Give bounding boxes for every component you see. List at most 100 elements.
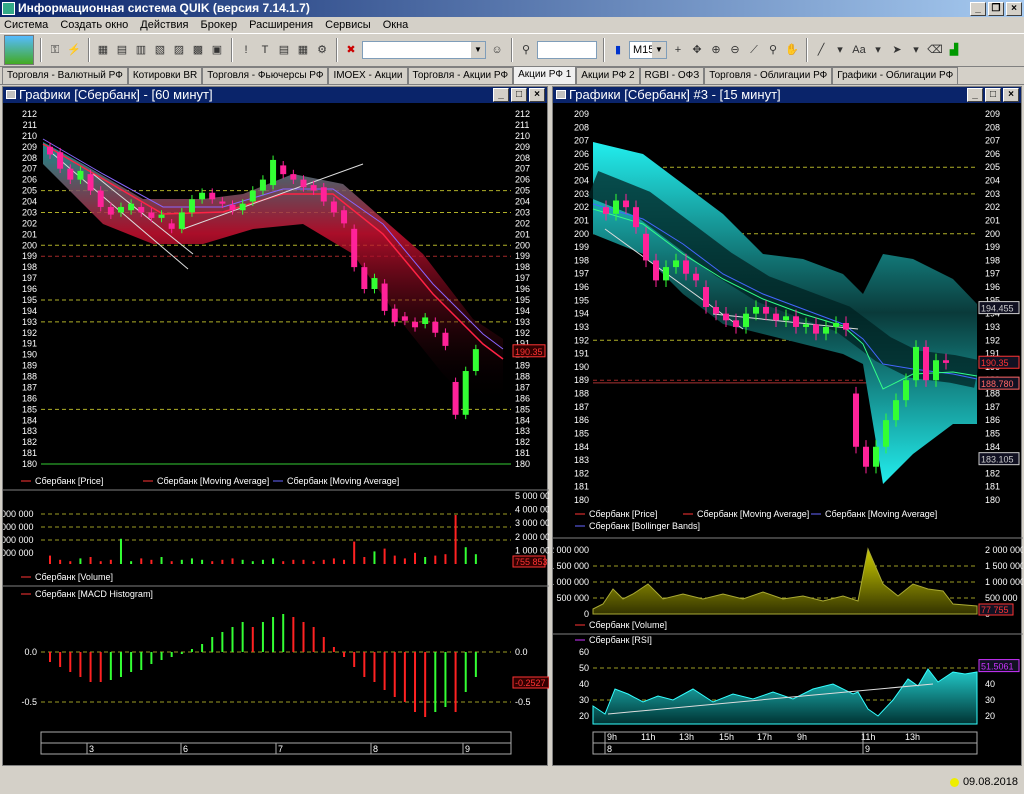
tab-3[interactable]: IMOEX - Акции — [328, 67, 408, 84]
menu-broker[interactable]: Брокер — [201, 17, 238, 33]
move-icon[interactable]: ✥ — [689, 42, 705, 58]
instrument-combo[interactable]: ▼ — [362, 41, 486, 59]
chevron-down-icon[interactable]: ▾ — [908, 42, 924, 58]
price-label: 194.455 — [981, 304, 1014, 314]
landscape-icon[interactable] — [4, 35, 34, 65]
menu-actions[interactable]: Действия — [140, 17, 188, 33]
disconnect-icon[interactable]: ⚡ — [66, 42, 82, 58]
alert-icon[interactable]: ! — [238, 42, 254, 58]
candle-body — [943, 360, 949, 363]
close-button[interactable]: × — [529, 88, 545, 102]
price-tick-right: 207 — [515, 164, 530, 174]
user-icon[interactable]: ☺ — [489, 42, 505, 58]
positions-icon[interactable]: ▨ — [171, 42, 187, 58]
tab-1[interactable]: Котировки BR — [127, 67, 203, 84]
volume-tick-left: 1 000 000 — [553, 577, 589, 587]
menu-windows[interactable]: Окна — [383, 17, 409, 33]
candle-body — [653, 260, 659, 281]
candles-icon[interactable]: ▮ — [610, 42, 626, 58]
search-icon[interactable]: ⚲ — [518, 42, 534, 58]
close-button[interactable]: × — [1003, 88, 1019, 102]
eraser-icon[interactable]: ⌫ — [927, 42, 943, 58]
indicator-icon[interactable]: ▟ — [946, 42, 962, 58]
candle-body — [300, 179, 307, 188]
price-tick-left: 191 — [574, 349, 589, 359]
minimize-button[interactable]: _ — [493, 88, 509, 102]
tab-6[interactable]: Акции РФ 2 — [576, 67, 640, 84]
chart-15min-canvas[interactable]: 209 209208 208207 207206 206205 205204 204203 2… — [553, 104, 1023, 766]
chevron-down-icon[interactable]: ▾ — [870, 42, 886, 58]
tab-9[interactable]: Графики - Облигации РФ — [832, 67, 959, 84]
price-tick-left: 187 — [574, 402, 589, 412]
candle-body — [87, 174, 94, 191]
arrow-tool-icon[interactable]: ➤ — [889, 42, 905, 58]
search-input[interactable] — [537, 41, 597, 59]
menu-services[interactable]: Сервисы — [325, 17, 371, 33]
calc-icon[interactable]: ▦ — [295, 42, 311, 58]
trades-icon[interactable]: ▧ — [152, 42, 168, 58]
orders-icon[interactable]: ▥ — [133, 42, 149, 58]
candle-body — [833, 322, 839, 327]
interval-select[interactable]: M15 ▼ — [629, 41, 667, 59]
price-tick-left: 193 — [22, 317, 37, 327]
candle-body — [603, 207, 609, 214]
hand-icon[interactable]: ✋ — [784, 42, 800, 58]
quotes-icon[interactable]: ▤ — [114, 42, 130, 58]
key-icon[interactable]: ⚿ — [47, 42, 63, 58]
zoom-in-icon[interactable]: ⊕ — [708, 42, 724, 58]
candle-body — [168, 223, 175, 229]
cancel-orders-icon[interactable]: ✖ — [343, 42, 359, 58]
chart-window-15min[interactable]: Графики [Сбербанк] #3 - [15 минут] _ □ ×… — [552, 86, 1023, 766]
minimize-button[interactable]: _ — [970, 2, 986, 16]
text-icon[interactable]: T — [257, 42, 273, 58]
maximize-button[interactable]: □ — [985, 88, 1001, 102]
horizontal-scrollbar[interactable] — [0, 772, 1024, 780]
volume-bar — [49, 555, 51, 564]
chevron-down-icon[interactable]: ▾ — [832, 42, 848, 58]
chart-window-60min[interactable]: Графики [Сбербанк] - [60 минут] _ □ × 21… — [2, 86, 549, 766]
crosshair-icon[interactable]: + — [670, 42, 686, 58]
font-tool-icon[interactable]: Aa — [851, 42, 867, 58]
minimize-button[interactable]: _ — [967, 88, 983, 102]
new-table-icon[interactable]: ▦ — [95, 42, 111, 58]
price-tick-left: 185 — [574, 428, 589, 438]
chart-60min-canvas[interactable]: 212 212211 211210 210209 209208 208207 207206 2… — [3, 104, 549, 766]
tab-2[interactable]: Торговля - Фьючерсы РФ — [202, 67, 329, 84]
tab-0[interactable]: Торговля - Валютный РФ — [2, 67, 128, 84]
volume-legend: Сбербанк [Volume] — [35, 572, 113, 582]
chart-window-title[interactable]: Графики [Сбербанк] #3 - [15 минут] _ □ × — [553, 87, 1021, 103]
settings-icon[interactable]: ⚙ — [314, 42, 330, 58]
tab-7[interactable]: RGBI - ОФЗ — [639, 67, 705, 84]
candle-body — [923, 346, 929, 381]
price-tick-left: 201 — [574, 215, 589, 225]
restore-button[interactable]: ❐ — [988, 2, 1004, 16]
price-tick-left: 207 — [22, 164, 37, 174]
tab-4[interactable]: Торговля - Акции РФ — [407, 67, 514, 84]
tab-5[interactable]: Акции РФ 1 — [513, 66, 577, 84]
candle-body — [422, 317, 429, 324]
chart-window-icon[interactable]: ▣ — [209, 42, 225, 58]
price-tick-right: 198 — [515, 262, 530, 272]
zoom-fit-icon[interactable]: ⚲ — [765, 42, 781, 58]
zoom-out-icon[interactable]: ⊖ — [727, 42, 743, 58]
candle-body — [128, 203, 135, 211]
chevron-down-icon[interactable]: ▼ — [471, 42, 485, 58]
line-tool-icon[interactable]: ╱ — [813, 42, 829, 58]
price-tick-left: 193 — [574, 322, 589, 332]
price-tick-right: 208 — [515, 153, 530, 163]
candle-body — [341, 210, 348, 224]
close-button[interactable]: × — [1006, 2, 1022, 16]
maximize-button[interactable]: □ — [511, 88, 527, 102]
price-tick-left: 196 — [22, 284, 37, 294]
ruler-icon[interactable]: ⟋ — [746, 42, 762, 58]
price-tick-left: 191 — [22, 339, 37, 349]
candle-body — [199, 192, 206, 200]
chart-window-title[interactable]: Графики [Сбербанк] - [60 минут] _ □ × — [3, 87, 547, 103]
news-icon[interactable]: ▤ — [276, 42, 292, 58]
tab-8[interactable]: Торговля - Облигации РФ — [704, 67, 833, 84]
menu-extensions[interactable]: Расширения — [249, 17, 313, 33]
menu-system[interactable]: Система — [4, 17, 48, 33]
chevron-down-icon[interactable]: ▼ — [652, 42, 666, 58]
menu-new-window[interactable]: Создать окно — [60, 17, 128, 33]
portfolio-icon[interactable]: ▩ — [190, 42, 206, 58]
